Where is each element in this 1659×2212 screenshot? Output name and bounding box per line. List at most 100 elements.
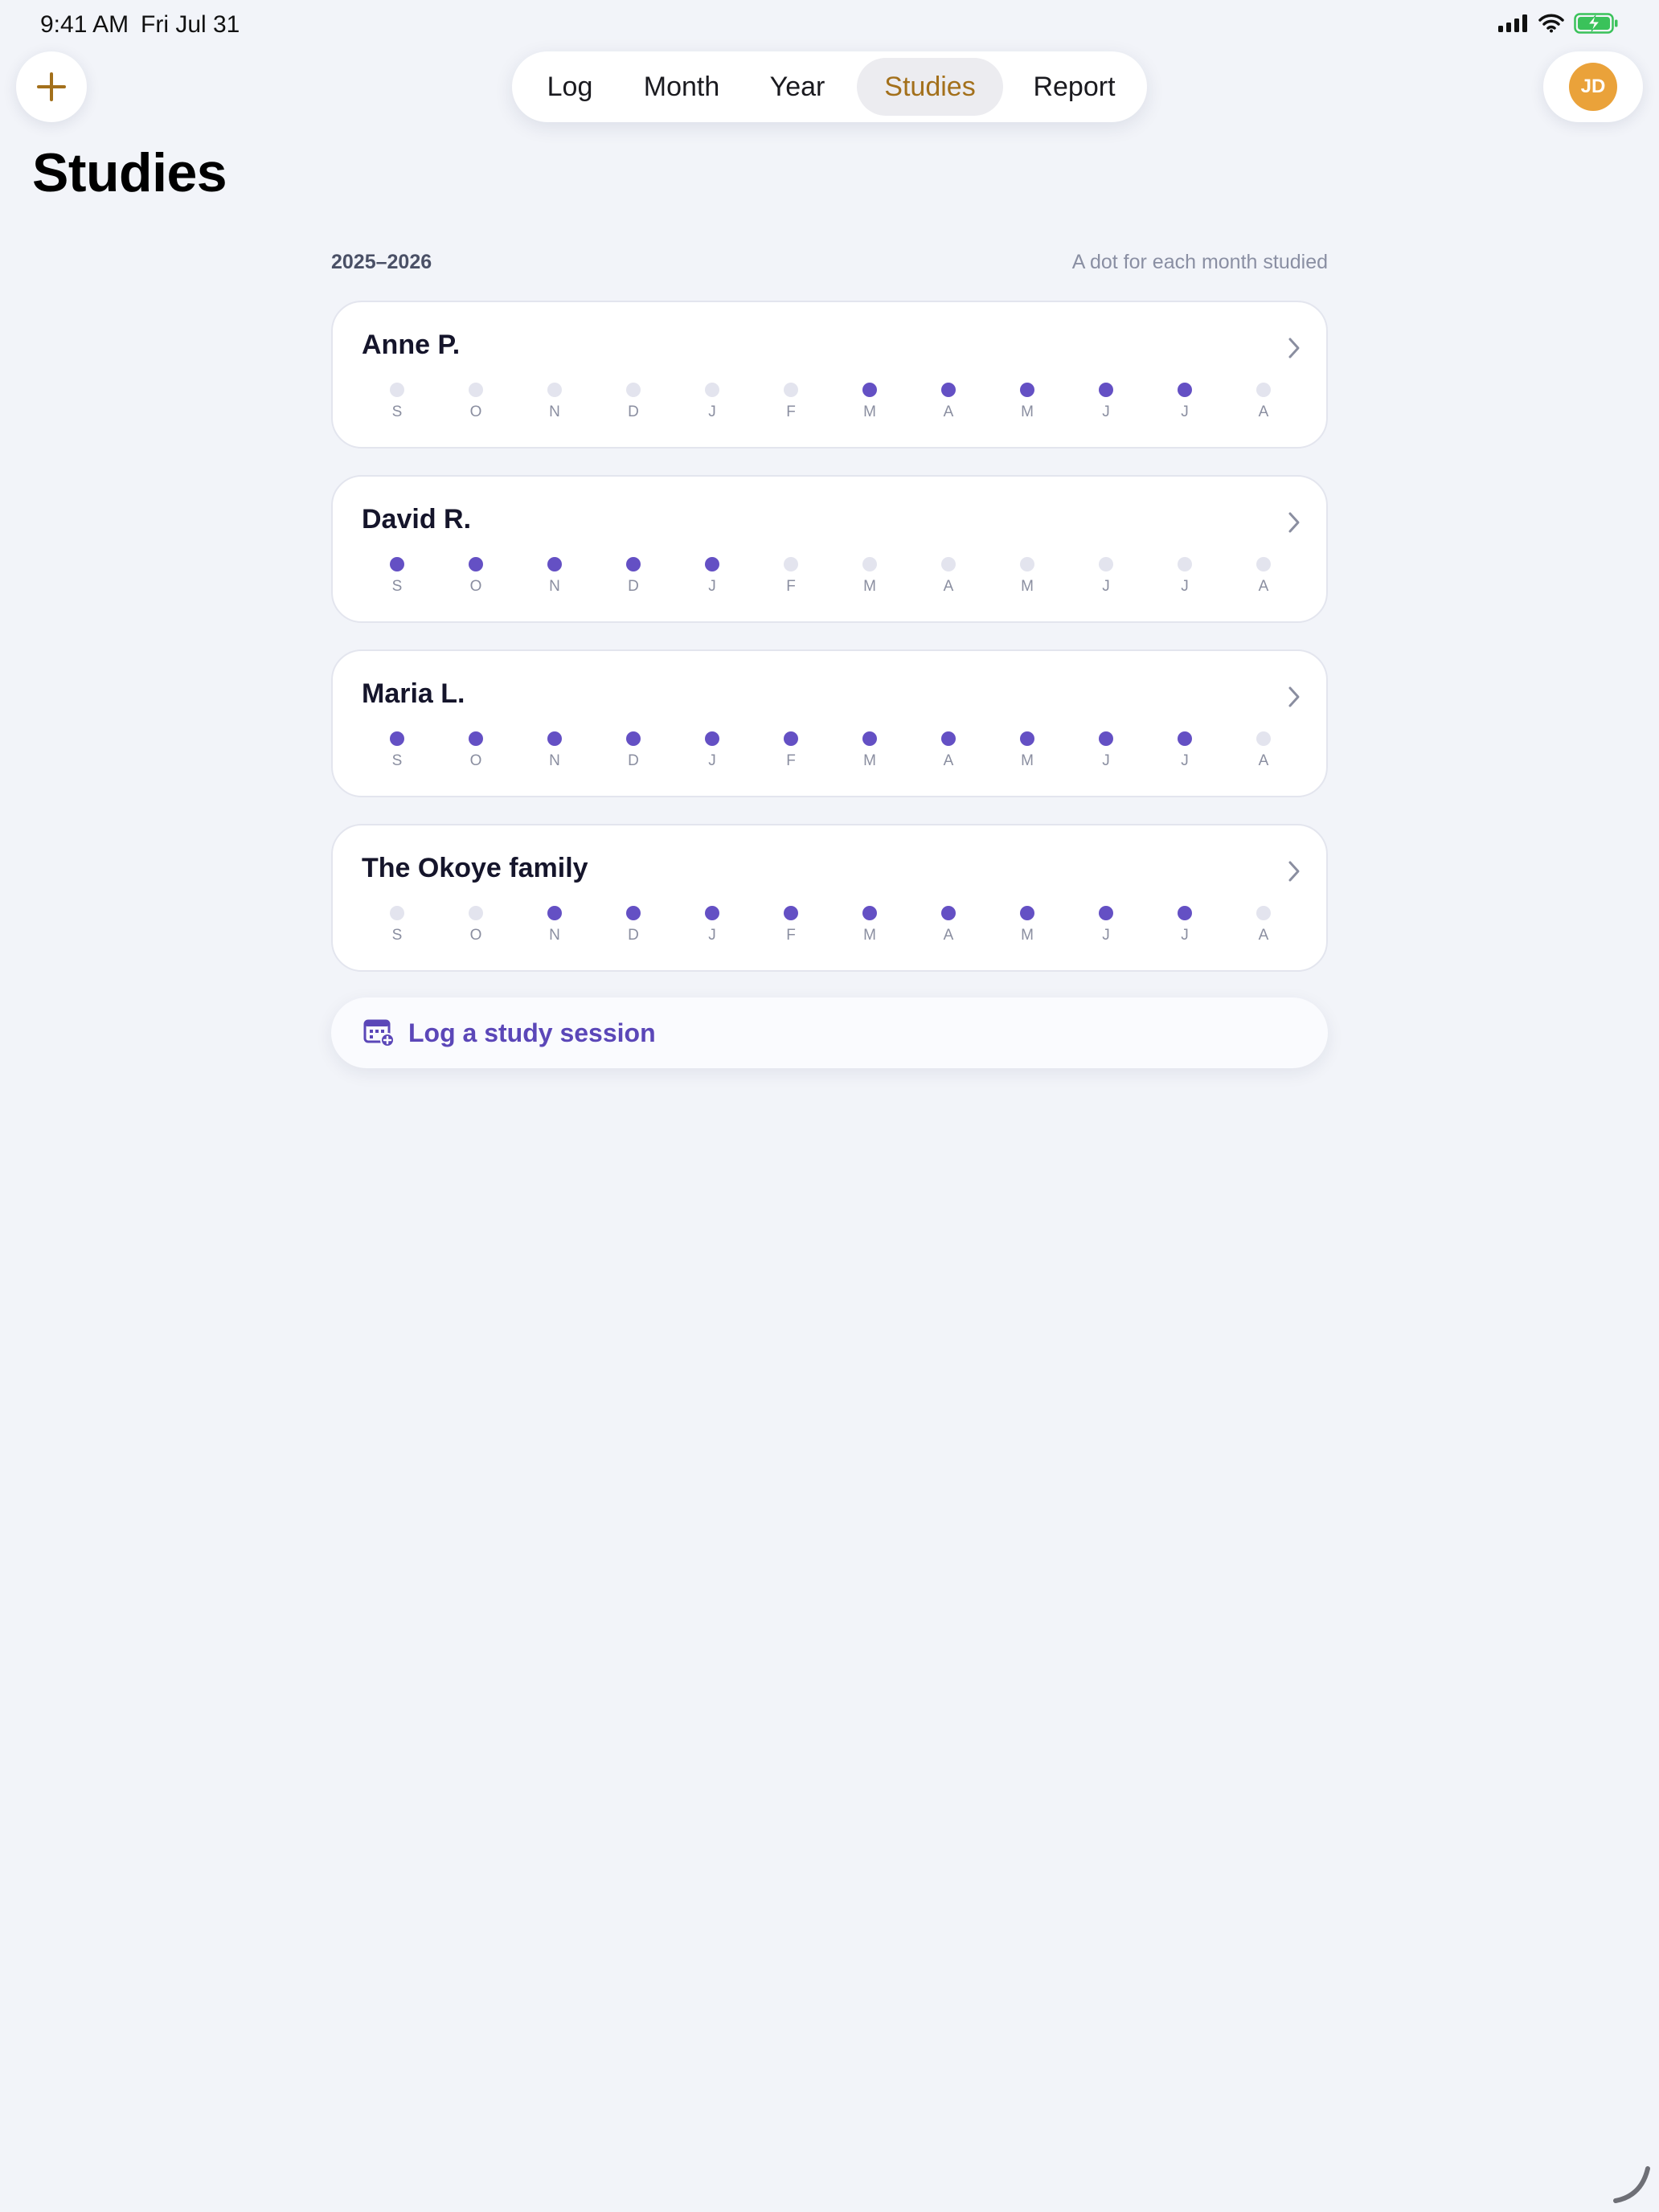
- month-dot-studied: [705, 906, 719, 920]
- status-time: 9:41 AM: [40, 11, 129, 38]
- month-dot-empty: [390, 383, 404, 397]
- month-dot-studied: [862, 731, 877, 746]
- month-dot-studied: [390, 557, 404, 571]
- avatar: JD: [1569, 63, 1617, 111]
- month-label: O: [469, 927, 482, 944]
- calendar-add-icon: [363, 1019, 395, 1047]
- month-label: J: [1181, 578, 1189, 595]
- month-label: A: [943, 752, 954, 769]
- month-label: N: [549, 927, 560, 944]
- month-label: S: [391, 578, 403, 595]
- corner-handle-icon: [1613, 2166, 1650, 2203]
- month-dot-studied: [941, 731, 956, 746]
- add-button[interactable]: [16, 51, 87, 122]
- month-dot-studied: [705, 557, 719, 571]
- month-label: M: [1021, 752, 1034, 769]
- month-label: M: [863, 403, 876, 420]
- month-dot-studied: [547, 731, 562, 746]
- account-button[interactable]: JD: [1543, 51, 1643, 122]
- study-card[interactable]: Anne P. S O N D J F M A M J J A: [331, 301, 1328, 449]
- month-dot-studied: [390, 731, 404, 746]
- study-name: The Okoye family: [362, 853, 588, 883]
- month-label: D: [628, 752, 639, 769]
- month-dot-studied: [1178, 906, 1192, 920]
- study-name: Maria L.: [362, 678, 465, 709]
- tab-log[interactable]: Log: [530, 58, 610, 116]
- month-dot-empty: [1256, 906, 1271, 920]
- month-dot-studied: [862, 906, 877, 920]
- month-label: M: [863, 927, 876, 944]
- month-dot-empty: [705, 383, 719, 397]
- study-card[interactable]: David R. S O N D J F M A M J J A: [331, 475, 1328, 623]
- status-icons: [1498, 13, 1619, 34]
- month-dot-empty: [862, 557, 877, 571]
- month-dot-empty: [1256, 383, 1271, 397]
- month-dot-empty: [1178, 557, 1192, 571]
- chevron-right-icon: [1288, 686, 1300, 707]
- page-title: Studies: [32, 142, 227, 203]
- month-dot-studied: [547, 906, 562, 920]
- month-dot-studied: [1020, 731, 1034, 746]
- month-label: J: [708, 752, 716, 769]
- view-switcher: Log Month Year Studies Report: [512, 51, 1147, 122]
- month-label: S: [391, 403, 403, 420]
- month-label: J: [1102, 927, 1110, 944]
- month-dot-empty: [784, 383, 798, 397]
- legend-hint: A dot for each month studied: [1071, 251, 1328, 273]
- month-label: F: [786, 752, 796, 769]
- log-study-session-label: Log a study session: [408, 1018, 656, 1047]
- month-dot-studied: [862, 383, 877, 397]
- month-dot-studied: [1099, 731, 1113, 746]
- month-label: A: [1258, 578, 1269, 595]
- month-label: J: [1102, 578, 1110, 595]
- month-label: O: [469, 752, 482, 769]
- tab-year[interactable]: Year: [753, 58, 842, 116]
- month-label: J: [1102, 752, 1110, 769]
- status-bar: 9:41 AM Fri Jul 31: [0, 0, 1659, 51]
- month-dot-studied: [1099, 906, 1113, 920]
- month-dot-empty: [1020, 557, 1034, 571]
- month-dot-studied: [1178, 383, 1192, 397]
- month-dot-studied: [784, 906, 798, 920]
- month-label: M: [863, 752, 876, 769]
- month-dot-studied: [469, 557, 483, 571]
- plus-icon: [37, 72, 66, 101]
- study-card[interactable]: The Okoye family S O N D J F M A M J J A: [331, 824, 1328, 972]
- study-name: David R.: [362, 504, 472, 535]
- month-dot-studied: [941, 906, 956, 920]
- month-dot-empty: [784, 557, 798, 571]
- month-label: M: [1021, 403, 1034, 420]
- month-label: N: [549, 578, 560, 595]
- tab-report[interactable]: Report: [1016, 58, 1133, 116]
- chevron-right-icon: [1288, 338, 1300, 358]
- month-dot-studied: [547, 557, 562, 571]
- battery-icon: [1574, 13, 1618, 34]
- study-card[interactable]: Maria L. S O N D J F M A M J J A: [331, 649, 1328, 797]
- month-dot-empty: [626, 383, 641, 397]
- month-dot-empty: [941, 557, 956, 571]
- month-dot-studied: [1099, 383, 1113, 397]
- month-label: S: [391, 927, 403, 944]
- month-dot-empty: [1256, 731, 1271, 746]
- month-label: J: [1181, 752, 1189, 769]
- month-label: A: [943, 578, 954, 595]
- month-dot-studied: [1178, 731, 1192, 746]
- tab-month[interactable]: Month: [622, 58, 741, 116]
- chevron-right-icon: [1288, 861, 1300, 882]
- chevron-right-icon: [1288, 512, 1300, 533]
- month-label: D: [628, 578, 639, 595]
- month-label: N: [549, 752, 560, 769]
- month-dot-studied: [1020, 383, 1034, 397]
- month-label: M: [1021, 927, 1034, 944]
- month-label: A: [1258, 403, 1269, 420]
- tab-studies[interactable]: Studies: [857, 58, 1003, 116]
- month-dot-studied: [626, 731, 641, 746]
- month-dot-empty: [547, 383, 562, 397]
- status-date: Fri Jul 31: [141, 11, 240, 38]
- month-label: M: [1021, 578, 1034, 595]
- month-label: O: [469, 403, 482, 420]
- month-dot-empty: [469, 906, 483, 920]
- month-dot-empty: [390, 906, 404, 920]
- log-study-session-button[interactable]: Log a study session: [331, 997, 1328, 1068]
- wifi-icon: [1538, 14, 1564, 33]
